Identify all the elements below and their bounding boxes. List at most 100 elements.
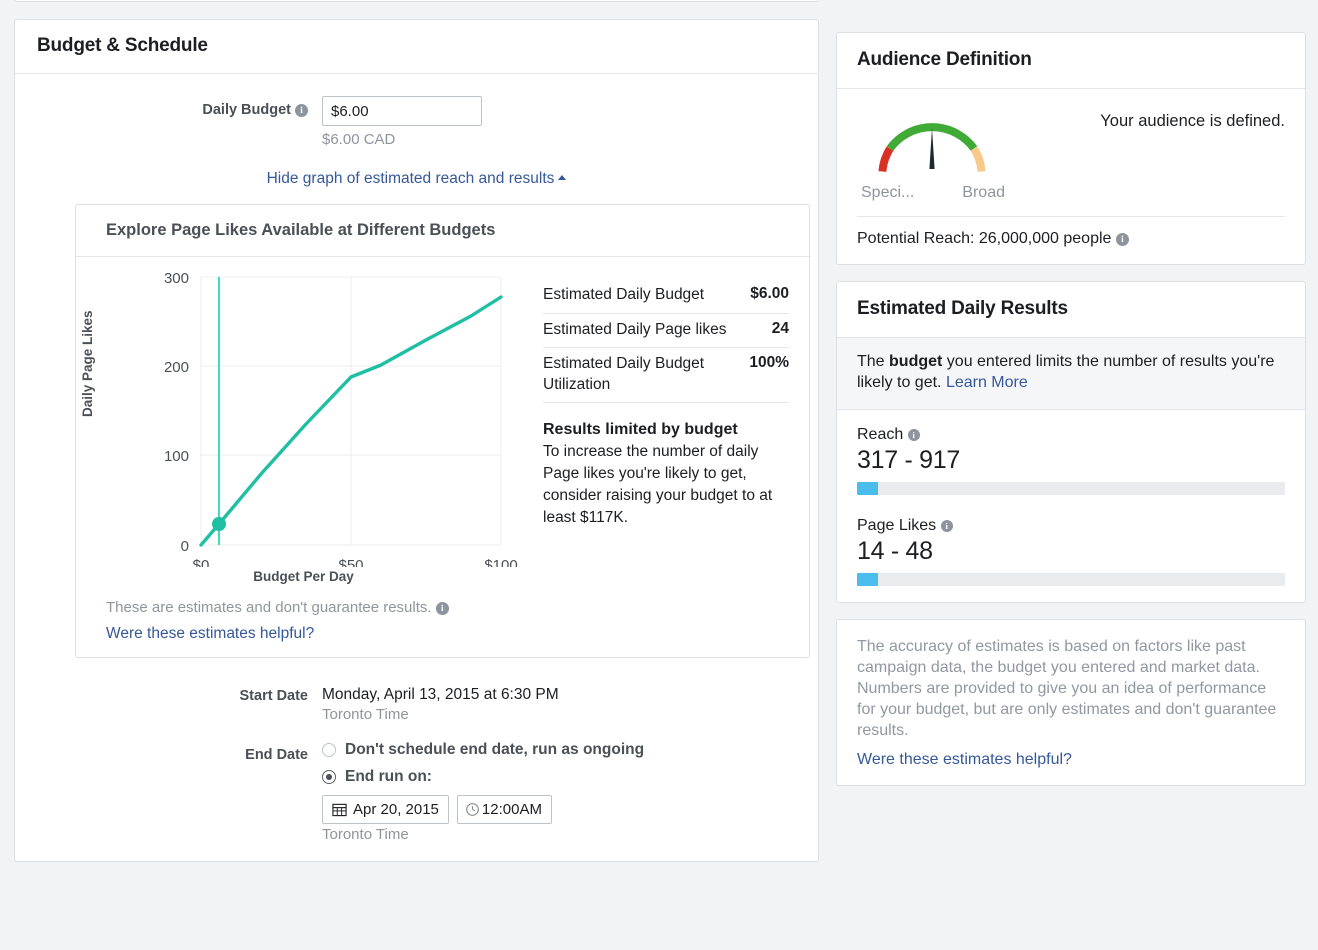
chart-y-tick-labels: 300 200 100 0 <box>164 270 189 555</box>
svg-text:0: 0 <box>181 538 189 555</box>
daily-budget-label: Daily Budget i <box>37 96 322 118</box>
results-panel-header: Estimated Daily Results <box>837 282 1305 338</box>
end-time-value: 12:00AM <box>482 801 542 818</box>
budget-likes-chart: Daily Page Likes Budget Per Day <box>76 267 531 597</box>
hide-graph-link[interactable]: Hide graph of estimated reach and result… <box>267 170 567 187</box>
radio-option-ongoing[interactable]: Don't schedule end date, run as ongoing <box>322 741 796 759</box>
svg-text:$0: $0 <box>193 557 210 567</box>
accuracy-panel-body: The accuracy of estimates is based on fa… <box>837 620 1305 786</box>
estimates-disclaimer-text: These are estimates and don't guarantee … <box>106 599 432 616</box>
metric-label: Page Likes i <box>857 517 1285 535</box>
graph-footer: These are estimates and don't guarantee … <box>76 597 809 657</box>
stat-row: Estimated Daily Budget Utilization 100% <box>543 348 789 403</box>
stat-value: $6.00 <box>750 285 789 303</box>
daily-budget-currency-note: $6.00 CAD <box>322 131 796 148</box>
gauge-needle <box>929 128 934 169</box>
stat-row: Estimated Daily Page likes 24 <box>543 314 789 349</box>
chart-gridlines <box>201 277 501 545</box>
results-panel-title: Estimated Daily Results <box>857 298 1285 320</box>
start-date-control: Monday, April 13, 2015 at 6:30 PM Toront… <box>322 682 796 723</box>
end-date-row: End Date Don't schedule end date, run as… <box>37 741 796 843</box>
info-icon[interactable]: i <box>1116 233 1129 246</box>
gauge-labels: Speci... Broad <box>857 184 1007 202</box>
radio-ongoing-label: Don't schedule end date, run as ongoing <box>345 741 644 759</box>
estimated-daily-results-panel: Estimated Daily Results The budget you e… <box>836 281 1306 603</box>
daily-budget-control: $6.00 CAD <box>322 96 796 148</box>
metric-value: 14 - 48 <box>857 537 1285 566</box>
end-date-control: Don't schedule end date, run as ongoing … <box>322 741 796 843</box>
audience-definition-panel: Audience Definition Spe <box>836 32 1306 265</box>
daily-budget-row: Daily Budget i $6.00 CAD <box>37 96 796 148</box>
graph-inner: Daily Page Likes Budget Per Day <box>76 257 809 597</box>
end-date-timezone: Toronto Time <box>322 826 796 843</box>
results-limited-title: Results limited by budget <box>543 421 789 439</box>
metric-value: 317 - 917 <box>857 446 1285 475</box>
gauge-label-broad: Broad <box>962 184 1005 202</box>
estimates-disclaimer: These are estimates and don't guarantee … <box>106 599 809 616</box>
chart-current-point <box>212 517 226 531</box>
svg-text:$100: $100 <box>484 557 517 567</box>
chart-svg: 300 200 100 0 $0 $50 $100 <box>76 267 531 567</box>
learn-more-link[interactable]: Learn More <box>946 374 1028 391</box>
end-date-inputs: Apr 20, 2015 12:00AM <box>322 795 796 824</box>
calendar-icon <box>332 802 347 817</box>
potential-reach-text: Potential Reach: 26,000,000 people <box>857 230 1111 247</box>
notice-prefix: The <box>857 353 889 370</box>
gauge-label-specific: Speci... <box>861 184 914 202</box>
radio-option-end-run[interactable]: End run on: <box>322 768 796 786</box>
audience-status-message: Your audience is defined. <box>1007 105 1285 132</box>
audience-panel-header: Audience Definition <box>837 33 1305 89</box>
daily-budget-input[interactable] <box>322 96 482 126</box>
daily-budget-label-text: Daily Budget <box>202 102 291 118</box>
metric-bar-fill <box>857 482 878 495</box>
svg-text:300: 300 <box>164 270 189 287</box>
end-time-picker[interactable]: 12:00AM <box>457 795 552 824</box>
svg-text:100: 100 <box>164 448 189 465</box>
schedule-section: Start Date Monday, April 13, 2015 at 6:3… <box>37 682 796 843</box>
chart-stats-panel: Estimated Daily Budget $6.00 Estimated D… <box>531 267 809 597</box>
previous-card-sliver <box>14 0 819 2</box>
estimate-accuracy-panel: The accuracy of estimates is based on fa… <box>836 619 1306 787</box>
end-date-picker[interactable]: Apr 20, 2015 <box>322 795 449 824</box>
audience-gauge-row: Speci... Broad Your audience is defined. <box>857 105 1285 202</box>
metric-bar-track <box>857 573 1285 586</box>
hide-graph-link-text: Hide graph of estimated reach and result… <box>267 170 555 187</box>
metric-label-text: Reach <box>857 426 903 443</box>
start-date-value: Monday, April 13, 2015 at 6:30 PM <box>322 682 796 704</box>
metric-bar-track <box>857 482 1285 495</box>
info-icon[interactable]: i <box>436 602 449 615</box>
estimates-helpful-link[interactable]: Were these estimates helpful? <box>106 625 314 643</box>
metric-label: Reach i <box>857 426 1285 444</box>
results-limited-body: To increase the number of daily Page lik… <box>543 441 789 529</box>
stat-label: Estimated Daily Budget <box>543 285 704 306</box>
budget-limit-notice: The budget you entered limits the number… <box>837 338 1305 410</box>
metric-bar-fill <box>857 573 878 586</box>
right-sidebar: Audience Definition Spe <box>836 32 1306 802</box>
radio-ongoing-icon[interactable] <box>322 743 336 757</box>
stat-value: 100% <box>749 354 789 372</box>
end-date-value: Apr 20, 2015 <box>353 801 439 818</box>
stat-label: Estimated Daily Budget Utilization <box>543 354 739 395</box>
page-root: Budget & Schedule Daily Budget i $6.00 CA… <box>0 0 1318 950</box>
audience-gauge-icon <box>857 105 1007 183</box>
accuracy-helpful-link[interactable]: Were these estimates helpful? <box>857 751 1072 769</box>
card-header: Budget & Schedule <box>15 20 818 74</box>
radio-end-run-icon[interactable] <box>322 770 336 784</box>
hide-graph-row: Hide graph of estimated reach and result… <box>37 170 796 188</box>
notice-bold: budget <box>889 353 942 370</box>
start-date-row: Start Date Monday, April 13, 2015 at 6:3… <box>37 682 796 723</box>
svg-text:$50: $50 <box>338 557 363 567</box>
info-icon[interactable]: i <box>295 104 308 117</box>
page-title: Budget & Schedule <box>37 35 796 57</box>
clock-icon <box>465 802 480 817</box>
chart-y-axis-title: Daily Page Likes <box>80 310 95 417</box>
start-date-timezone: Toronto Time <box>322 706 796 723</box>
metric-page-likes: Page Likes i 14 - 48 <box>857 517 1285 586</box>
audience-panel-body: Speci... Broad Your audience is defined.… <box>837 89 1305 264</box>
chart-x-tick-labels: $0 $50 $100 <box>193 557 518 567</box>
chart-x-axis-title: Budget Per Day <box>76 569 531 584</box>
graph-card-title: Explore Page Likes Available at Differen… <box>76 205 809 257</box>
svg-text:200: 200 <box>164 359 189 376</box>
info-icon[interactable]: i <box>908 429 920 441</box>
info-icon[interactable]: i <box>941 520 953 532</box>
